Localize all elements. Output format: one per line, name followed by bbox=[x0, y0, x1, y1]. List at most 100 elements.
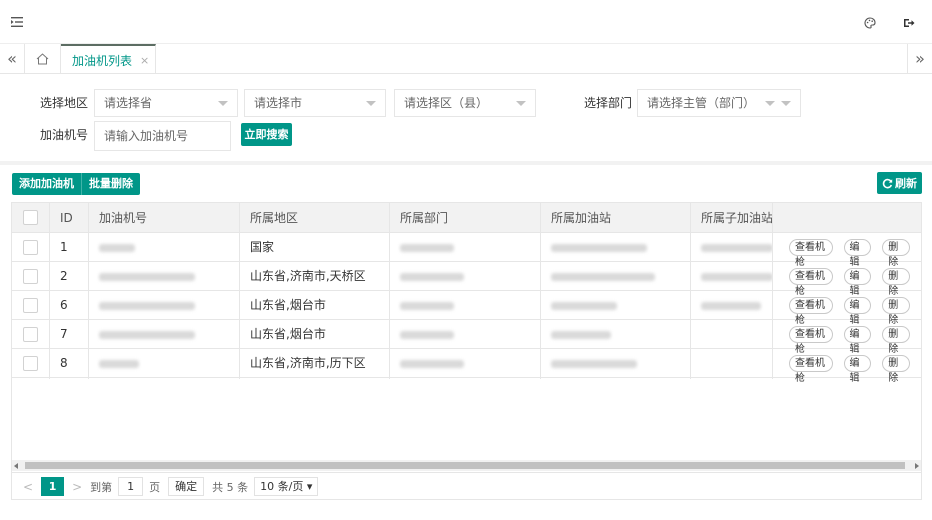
column-divider bbox=[88, 203, 89, 379]
machine-number-input[interactable]: 请输入加油机号 bbox=[94, 121, 231, 151]
column-header-department[interactable]: 所属部门 bbox=[389, 203, 540, 233]
cell-region: 山东省,济南市,历下区 bbox=[250, 356, 366, 370]
column-header-id[interactable]: ID bbox=[49, 203, 88, 233]
column-header-station[interactable]: 所属加油站 bbox=[540, 203, 690, 233]
total-count: 共 5 条 bbox=[212, 480, 249, 494]
delete-button[interactable]: 删除 bbox=[882, 326, 910, 355]
cell-region: 山东省,烟台市 bbox=[250, 327, 326, 341]
column-header-region[interactable]: 所属地区 bbox=[239, 203, 389, 233]
row-checkbox[interactable] bbox=[23, 298, 38, 313]
cell-department bbox=[389, 291, 540, 320]
search-button[interactable]: 立即搜索 bbox=[241, 123, 292, 146]
tab-scroll-left-button[interactable]: « bbox=[0, 44, 25, 74]
row-actions: 查看机枪 编辑 删除 bbox=[789, 233, 921, 268]
scroll-right-arrow-icon[interactable] bbox=[915, 463, 919, 469]
column-divider bbox=[772, 203, 773, 379]
cell-machine-number bbox=[88, 262, 239, 291]
edit-button[interactable]: 编辑 bbox=[843, 297, 872, 326]
chevron-down-icon bbox=[781, 101, 791, 106]
view-nozzles-button[interactable]: 查看机枪 bbox=[789, 239, 833, 268]
pagination: < 1 > 到第 1 页 确定 共 5 条 10 条/页 ▾ bbox=[12, 472, 921, 500]
cell-sub-station bbox=[690, 320, 772, 349]
cell-department bbox=[389, 320, 540, 349]
column-header-sub-station[interactable]: 所属子加油站 bbox=[690, 203, 772, 233]
goto-page-input[interactable]: 1 bbox=[118, 477, 144, 496]
refresh-icon bbox=[882, 178, 893, 188]
cell-sub-station bbox=[690, 349, 772, 378]
refresh-button[interactable]: 刷新 bbox=[877, 172, 922, 194]
city-select[interactable]: 请选择市 bbox=[244, 89, 386, 117]
table-row[interactable]: 1 国家 查看机枪 编辑 删除 bbox=[12, 233, 921, 268]
goto-confirm-button[interactable]: 确定 bbox=[168, 477, 205, 496]
select-all-checkbox[interactable] bbox=[23, 210, 38, 225]
logout-icon[interactable] bbox=[903, 17, 915, 29]
toolbar-button-group: 添加加油机 批量删除 bbox=[12, 173, 140, 195]
cell-machine-number bbox=[88, 291, 239, 320]
cell-region: 山东省,济南市,天桥区 bbox=[250, 269, 366, 283]
cell-sub-station bbox=[690, 291, 772, 320]
tab-home[interactable] bbox=[25, 44, 61, 74]
delete-button[interactable]: 删除 bbox=[882, 239, 910, 268]
edit-button[interactable]: 编辑 bbox=[843, 239, 872, 268]
table-row[interactable]: 2 山东省,济南市,天桥区 查看机枪 编辑 删除 bbox=[12, 262, 921, 297]
cell-station bbox=[540, 320, 690, 349]
edit-button[interactable]: 编辑 bbox=[843, 355, 872, 384]
edit-button[interactable]: 编辑 bbox=[843, 268, 872, 297]
view-nozzles-button[interactable]: 查看机枪 bbox=[789, 326, 833, 355]
batch-delete-button[interactable]: 批量删除 bbox=[82, 173, 140, 195]
cell-id: 8 bbox=[60, 356, 68, 370]
cell-machine-number bbox=[88, 233, 239, 262]
table-row[interactable]: 8 山东省,济南市,历下区 查看机枪 编辑 删除 bbox=[12, 349, 921, 384]
current-page-button[interactable]: 1 bbox=[41, 477, 65, 496]
scrollbar-thumb[interactable] bbox=[25, 462, 905, 469]
column-divider bbox=[239, 203, 240, 379]
add-dispenser-button[interactable]: 添加加油机 bbox=[12, 173, 82, 195]
tab-fuel-dispenser-list[interactable]: 加油机列表 × bbox=[61, 44, 156, 74]
tab-label: 加油机列表 bbox=[72, 53, 133, 68]
page-unit-label: 页 bbox=[149, 480, 161, 494]
horizontal-scrollbar[interactable] bbox=[12, 460, 921, 471]
row-checkbox[interactable] bbox=[23, 327, 38, 342]
page-size-select[interactable]: 10 条/页 ▾ bbox=[254, 477, 319, 496]
menu-indent-icon[interactable] bbox=[11, 17, 23, 27]
row-actions: 查看机枪 编辑 删除 bbox=[789, 349, 921, 384]
cell-station bbox=[540, 262, 690, 291]
dept-select[interactable]: 请选择主管（部门） bbox=[637, 89, 801, 117]
cell-id: 6 bbox=[60, 298, 68, 312]
prev-page-button[interactable]: < bbox=[23, 480, 33, 494]
view-nozzles-button[interactable]: 查看机枪 bbox=[789, 355, 833, 384]
view-nozzles-button[interactable]: 查看机枪 bbox=[789, 268, 833, 297]
tab-close-icon[interactable]: × bbox=[140, 54, 149, 67]
next-page-button[interactable]: > bbox=[72, 480, 82, 494]
district-select[interactable]: 请选择区（县） bbox=[394, 89, 536, 117]
province-select[interactable]: 请选择省 bbox=[94, 89, 238, 117]
refresh-label: 刷新 bbox=[895, 177, 917, 190]
row-checkbox[interactable] bbox=[23, 240, 38, 255]
table-row[interactable]: 6 山东省,烟台市 查看机枪 编辑 删除 bbox=[12, 291, 921, 326]
cell-station bbox=[540, 233, 690, 262]
caret-down-icon: ▾ bbox=[306, 480, 313, 493]
section-divider bbox=[0, 161, 932, 165]
cell-department bbox=[389, 262, 540, 291]
tab-scroll-right-button[interactable]: » bbox=[907, 44, 932, 74]
row-checkbox[interactable] bbox=[23, 356, 38, 371]
machine-label: 加油机号 bbox=[40, 128, 89, 142]
delete-button[interactable]: 删除 bbox=[882, 355, 910, 384]
delete-button[interactable]: 删除 bbox=[882, 297, 910, 326]
city-placeholder: 请选择市 bbox=[254, 96, 303, 110]
cell-id: 2 bbox=[60, 269, 68, 283]
scroll-left-arrow-icon[interactable] bbox=[14, 463, 18, 469]
delete-button[interactable]: 删除 bbox=[882, 268, 910, 297]
column-divider bbox=[389, 203, 390, 379]
cell-department bbox=[389, 349, 540, 378]
view-nozzles-button[interactable]: 查看机枪 bbox=[789, 297, 833, 326]
row-actions: 查看机枪 编辑 删除 bbox=[789, 291, 921, 326]
home-icon bbox=[36, 53, 49, 65]
row-checkbox[interactable] bbox=[23, 269, 38, 284]
chevron-down-icon bbox=[218, 101, 228, 106]
column-header-machine-number[interactable]: 加油机号 bbox=[88, 203, 239, 233]
edit-button[interactable]: 编辑 bbox=[843, 326, 872, 355]
table-row[interactable]: 7 山东省,烟台市 查看机枪 编辑 删除 bbox=[12, 320, 921, 355]
goto-label: 到第 bbox=[90, 480, 113, 494]
palette-icon[interactable] bbox=[864, 17, 876, 29]
